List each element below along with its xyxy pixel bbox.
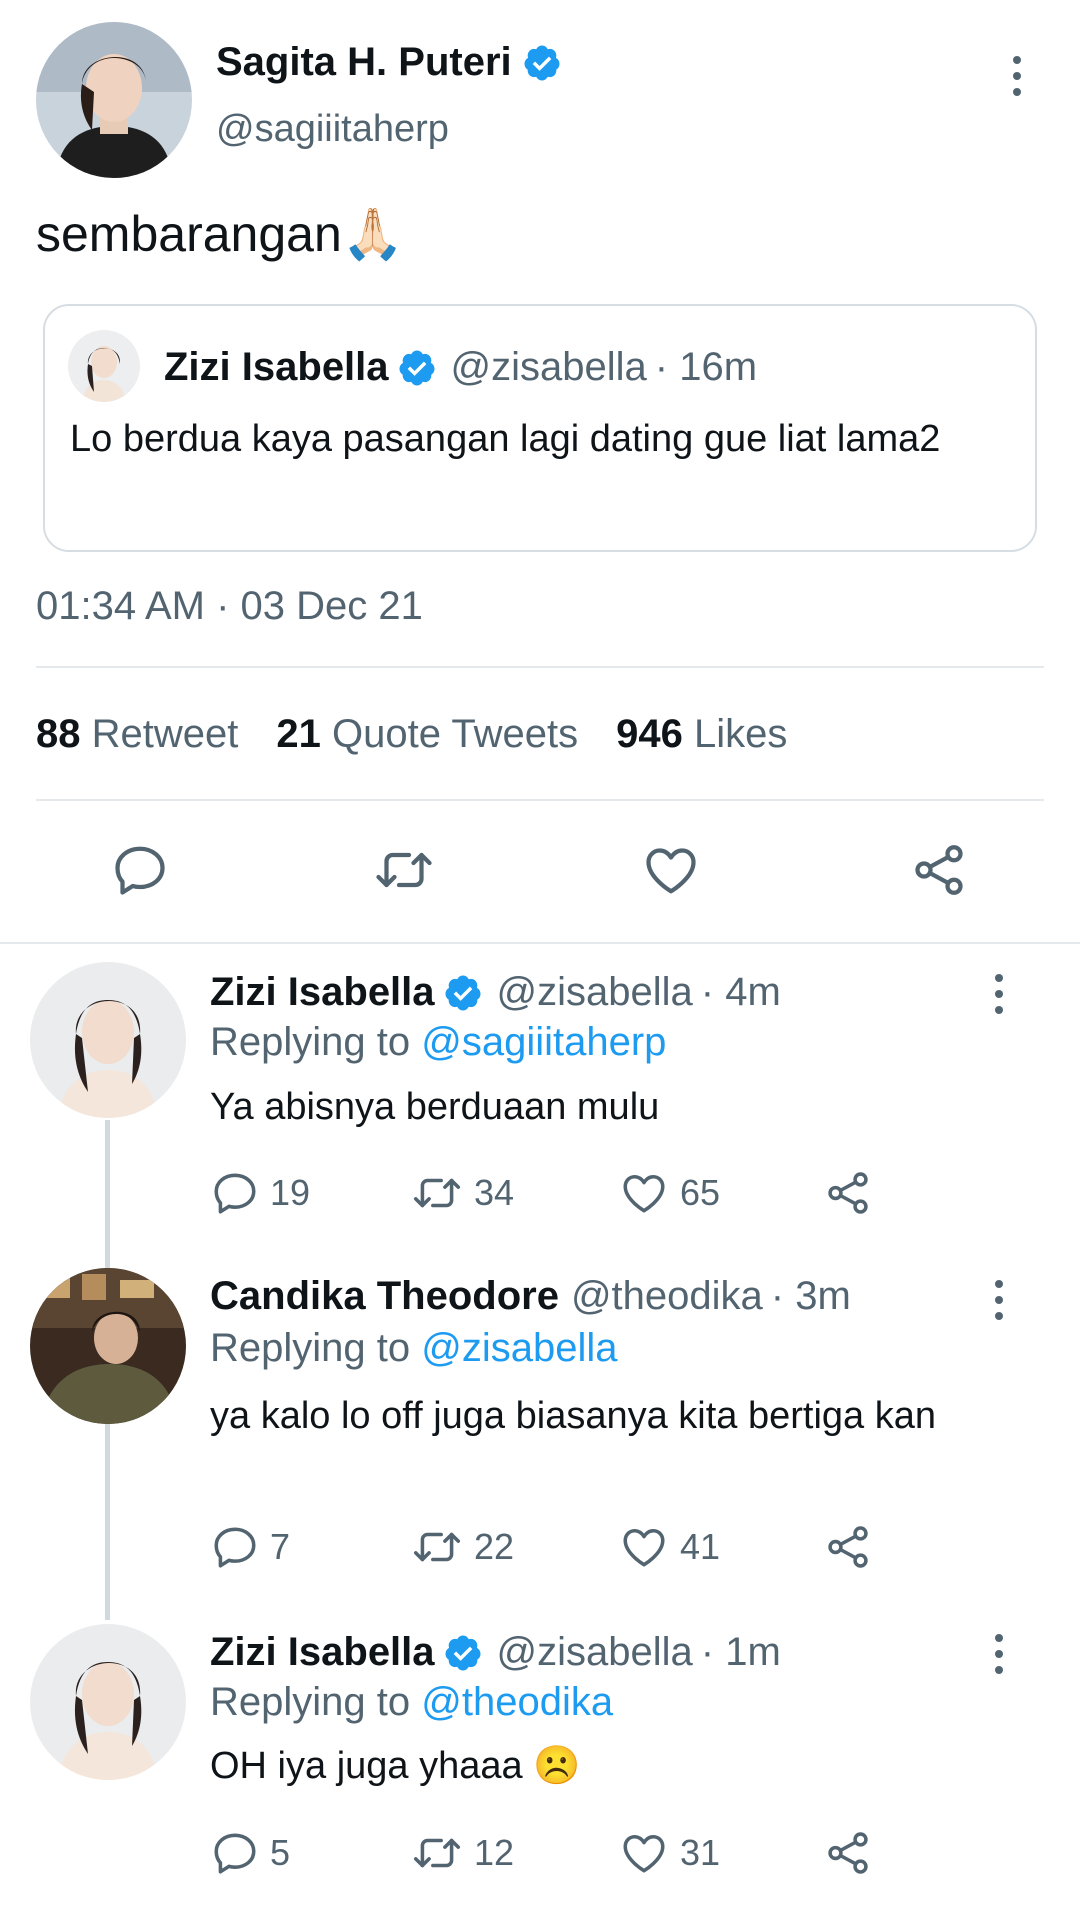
like-icon [618,1168,670,1218]
replying-to-link[interactable]: @zisabella [421,1326,617,1370]
retweet-count: 22 [474,1526,515,1567]
frowning-face-emoji: ☹️ [533,1745,581,1787]
retweet-icon [410,1522,464,1572]
tweet-timestamp[interactable]: 01:34 AM · 03 Dec 21 [36,584,423,629]
reply-text: Ya abisnya berduaan mulu [210,1086,660,1128]
replying-to: Replying to @zisabella [210,1326,618,1370]
verified-badge-icon [522,43,562,83]
like-action[interactable]: 41 [618,1522,720,1572]
reply-count: 19 [270,1172,311,1213]
retweet-count: 34 [474,1172,515,1213]
quote-tweets-stat[interactable]: 21 Quote Tweets [276,712,578,757]
replying-to: Replying to @theodika [210,1680,614,1724]
more-options-icon[interactable] [984,1280,1014,1320]
reply-icon [210,1828,260,1878]
verified-badge-icon [443,973,483,1013]
reply-time: · 4m [700,970,781,1014]
retweet-action[interactable]: 22 [410,1522,514,1572]
reply-action[interactable]: 19 [210,1168,310,1218]
quoted-time: · 16m [654,345,758,389]
retweets-stat[interactable]: 88 Retweet [36,712,238,757]
reply-action[interactable]: 5 [210,1828,290,1878]
retweet-icon [410,1168,464,1218]
like-count: 31 [680,1832,721,1873]
reply-action[interactable]: 7 [210,1522,290,1572]
like-action[interactable]: 65 [618,1168,720,1218]
reply-author-handle[interactable]: @zisabella [497,970,693,1015]
like-count: 41 [680,1526,721,1567]
tweet-text: sembarangan🙏🏻 [36,205,404,264]
reply-author-name[interactable]: Zizi Isabella [210,970,435,1015]
share-icon[interactable] [822,1828,874,1878]
replying-to-link[interactable]: @theodika [421,1680,613,1724]
divider [36,666,1044,668]
author-avatar[interactable] [36,22,192,178]
more-options-icon[interactable] [984,974,1014,1014]
more-options-icon[interactable] [1002,56,1032,96]
replying-to: Replying to @sagiiitaherp [210,1020,667,1064]
author-name[interactable]: Sagita H. Puteri [216,40,512,85]
reply-time: · 3m [770,1274,851,1318]
reply-avatar[interactable] [30,962,186,1118]
retweet-icon[interactable] [372,840,436,900]
reply-author-name[interactable]: Candika Theodore [210,1274,559,1319]
divider [36,799,1044,801]
share-icon[interactable] [822,1168,874,1218]
like-icon[interactable] [640,840,702,900]
reply-author-handle[interactable]: @zisabella [497,1630,693,1675]
quoted-author-avatar [68,330,140,402]
section-divider [0,942,1080,944]
retweet-action[interactable]: 12 [410,1828,514,1878]
reply-text-row: OH iya juga yhaaa ☹️ [210,1744,581,1788]
reply-time: · 1m [700,1630,781,1674]
retweet-action[interactable]: 34 [410,1168,514,1218]
author-handle[interactable]: @sagiiitaherp [216,108,449,151]
reply-avatar[interactable] [30,1624,186,1780]
reply-avatar[interactable] [30,1268,186,1424]
reply-author-handle[interactable]: @theodika [571,1274,763,1319]
like-icon [618,1522,670,1572]
quoted-author-handle: @zisabella [450,345,647,389]
reply-text: OH iya juga yhaaa [210,1745,523,1787]
verified-badge-icon [443,1633,483,1673]
tweet-body: sembarangan [36,206,342,262]
reply-icon [210,1168,260,1218]
like-count: 65 [680,1172,721,1213]
quoted-author-name: Zizi Isabella [164,345,389,389]
reply-icon [210,1522,260,1572]
more-options-icon[interactable] [984,1634,1014,1674]
likes-stat[interactable]: 946 Likes [616,712,787,757]
share-icon[interactable] [908,840,970,900]
quoted-tweet-text: Lo berdua kaya pasangan lagi dating gue … [70,418,941,460]
reply-count: 5 [270,1832,291,1873]
verified-badge-icon [397,348,437,388]
like-icon [618,1828,670,1878]
retweet-count: 12 [474,1832,515,1873]
reply-count: 7 [270,1526,291,1567]
praying-hands-emoji: 🙏🏻 [341,206,405,262]
reply-icon[interactable] [110,840,170,900]
reply-author-name[interactable]: Zizi Isabella [210,1630,435,1675]
tweet-stats: 88 Retweet 21 Quote Tweets 946 Likes [36,712,787,757]
share-icon[interactable] [822,1522,874,1572]
like-action[interactable]: 31 [618,1828,720,1878]
replying-to-link[interactable]: @sagiiitaherp [421,1020,666,1064]
reply-text: ya kalo lo off juga biasanya kita bertig… [210,1395,936,1437]
retweet-icon [410,1828,464,1878]
